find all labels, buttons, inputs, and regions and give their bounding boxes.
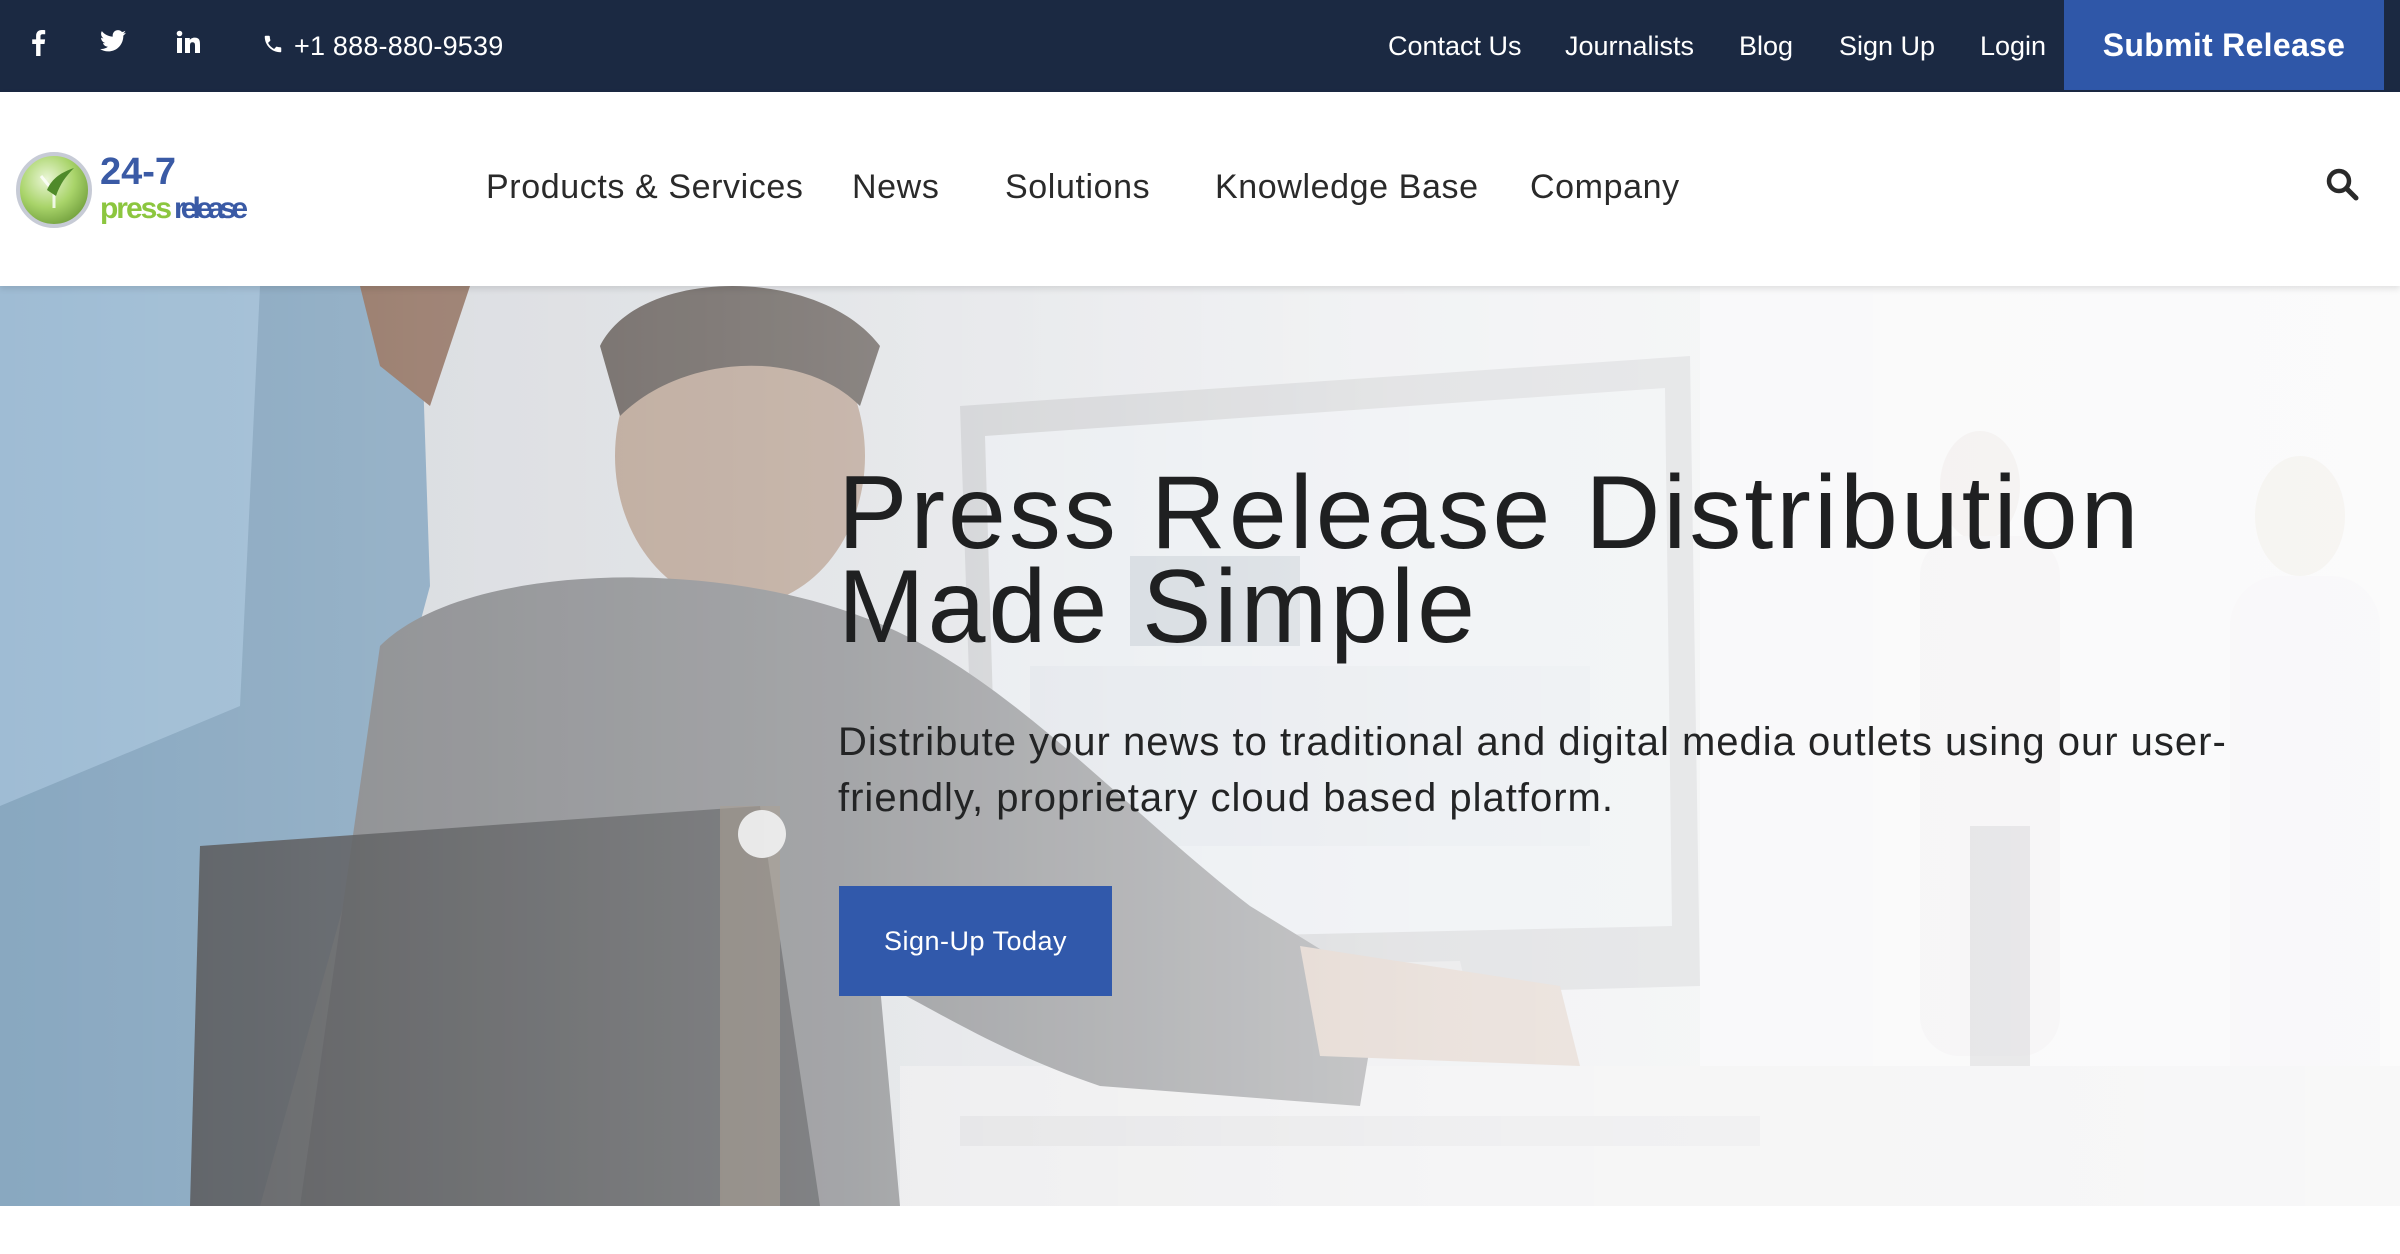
main-navigation: 24-7 press release Products & Services N… xyxy=(0,92,2400,286)
logo-text-release: release xyxy=(174,192,248,225)
linkedin-icon[interactable] xyxy=(176,30,210,62)
nav-products-services[interactable]: Products & Services xyxy=(486,162,804,212)
hero-section: Press Release Distribution Made Simple D… xyxy=(0,286,2400,1206)
hero-title: Press Release Distribution Made Simple xyxy=(838,455,2142,665)
blog-link[interactable]: Blog xyxy=(1739,24,1793,68)
top-utility-bar: +1 888-880-9539 Contact Us Journalists B… xyxy=(0,0,2400,92)
twitter-icon[interactable] xyxy=(100,30,134,62)
logo-text-press: press xyxy=(100,192,172,225)
journalists-link[interactable]: Journalists xyxy=(1565,24,1694,68)
logo-text-247: 24-7 xyxy=(100,151,176,193)
site-logo[interactable]: 24-7 press release xyxy=(16,148,252,232)
search-icon[interactable] xyxy=(2322,164,2362,204)
contact-us-link[interactable]: Contact Us xyxy=(1388,24,1522,68)
nav-solutions[interactable]: Solutions xyxy=(1005,162,1150,212)
nav-news[interactable]: News xyxy=(852,162,939,212)
phone-icon xyxy=(262,33,284,60)
hero-subtitle: Distribute your news to traditional and … xyxy=(838,720,2227,820)
login-link[interactable]: Login xyxy=(1980,24,2046,68)
sign-up-today-button[interactable]: Sign-Up Today xyxy=(839,886,1112,996)
facebook-icon[interactable] xyxy=(30,30,60,62)
submit-release-button[interactable]: Submit Release xyxy=(2064,0,2384,90)
phone-contact[interactable]: +1 888-880-9539 xyxy=(262,24,503,68)
sign-up-link[interactable]: Sign Up xyxy=(1839,24,1935,68)
nav-company[interactable]: Company xyxy=(1530,162,1680,212)
phone-number: +1 888-880-9539 xyxy=(294,30,504,61)
nav-knowledge-base[interactable]: Knowledge Base xyxy=(1215,162,1479,212)
